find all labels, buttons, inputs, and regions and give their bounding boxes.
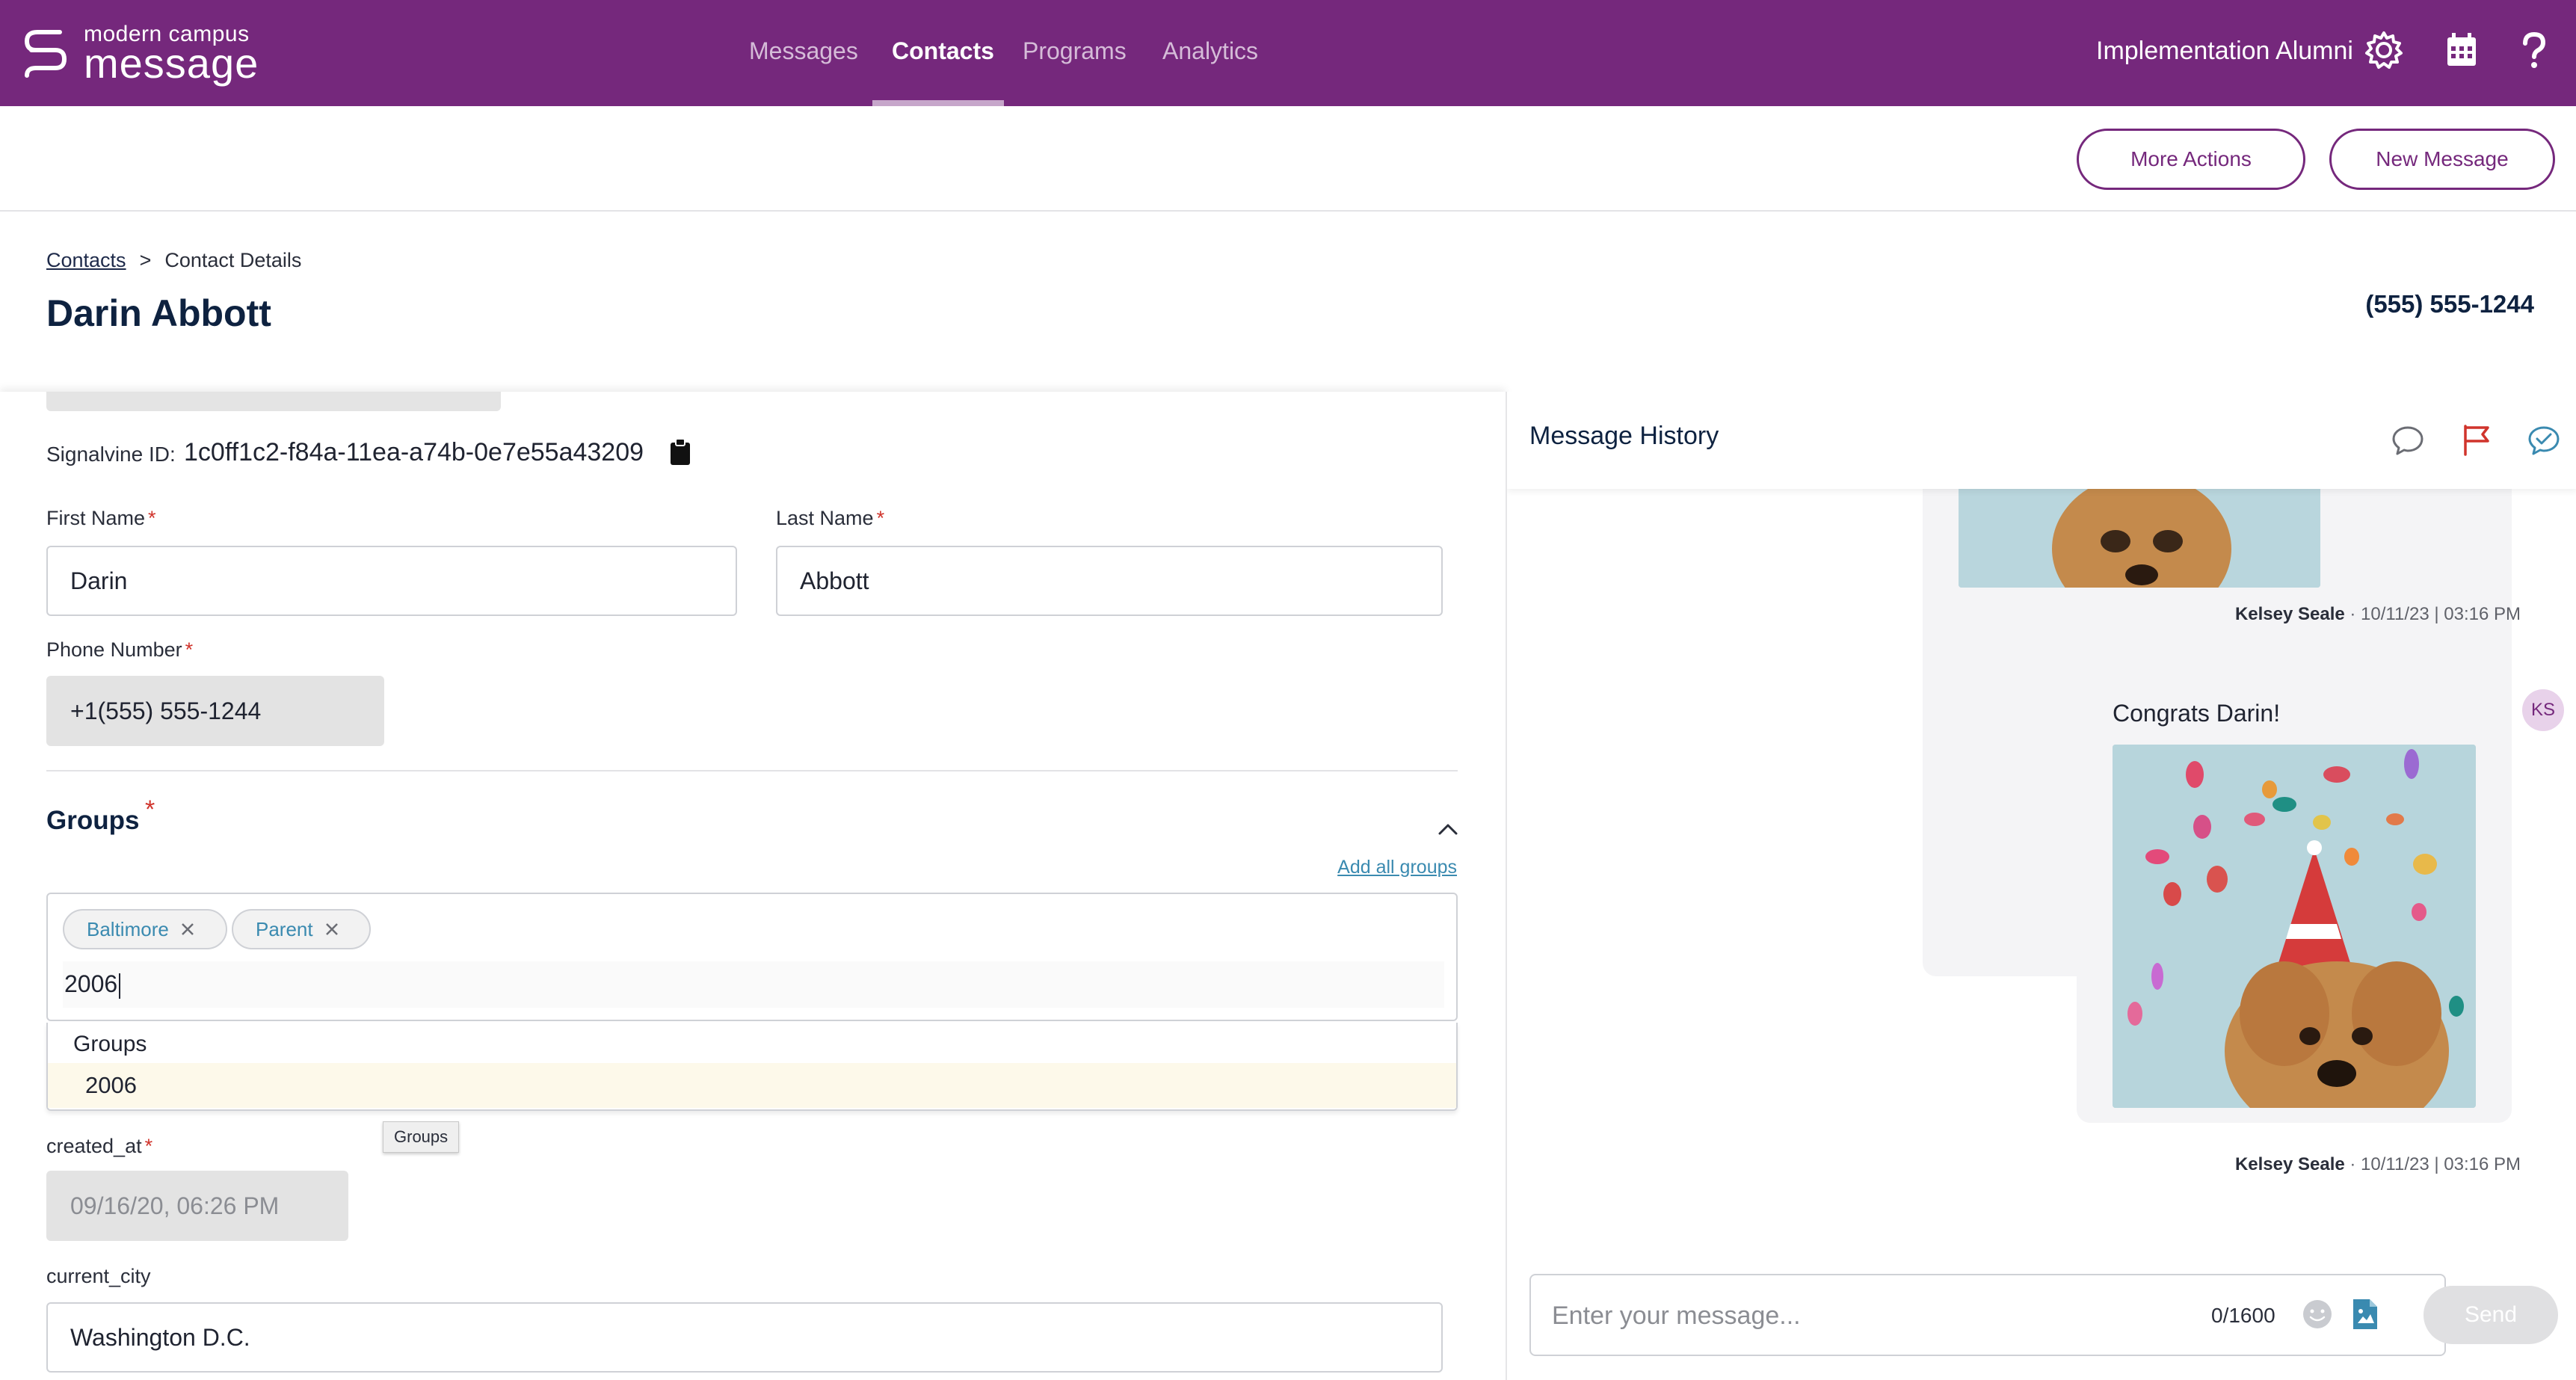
group-chip-label: Parent (256, 917, 313, 940)
groups-multiselect[interactable]: Baltimore Parent 2006 (46, 893, 1458, 1021)
breadcrumb-separator: > (139, 249, 152, 271)
message-history-panel: Message History Kelsey Seale · 10/11/23 … (1506, 392, 2576, 1380)
character-count: 0/1600 (2211, 1304, 2275, 1327)
message-history-title: Message History (1529, 422, 1719, 450)
top-navigation-bar: modern campus message Messages Contacts … (0, 0, 2576, 106)
first-name-field[interactable] (46, 546, 737, 616)
message-text: Congrats Darin! (2113, 700, 2281, 727)
send-button[interactable]: Send (2424, 1286, 2558, 1344)
close-icon[interactable] (179, 921, 196, 937)
group-chip-parent: Parent (232, 909, 371, 949)
first-name-label: First Name * (46, 507, 156, 529)
required-asterisk: * (185, 638, 194, 661)
logo-text: modern campus message (84, 23, 259, 84)
chat-check-icon[interactable] (2525, 422, 2563, 459)
contact-details-form: Signalvine ID: 1c0ff1c2-f84a-11ea-a74b-0… (0, 392, 1506, 1380)
group-chip-baltimore: Baltimore (63, 909, 227, 949)
required-asterisk: * (145, 795, 155, 824)
logo-mark-icon (25, 30, 67, 78)
help-icon[interactable] (2512, 28, 2555, 72)
logo[interactable]: modern campus message (21, 23, 259, 84)
phone-number-label: Phone Number * (46, 638, 194, 661)
scrolled-field-stub (46, 392, 501, 411)
breadcrumb-current: Contact Details (164, 249, 302, 271)
section-divider (46, 770, 1458, 771)
breadcrumb: Contacts > Contact Details (46, 249, 301, 272)
tooltip: Groups (383, 1121, 460, 1153)
message-history-header: Message History (1507, 392, 2576, 489)
calendar-icon[interactable] (2440, 28, 2483, 72)
more-actions-button[interactable]: More Actions (2077, 129, 2305, 190)
groups-dropdown: Groups 2006 (46, 1023, 1458, 1111)
flag-icon[interactable] (2458, 422, 2495, 459)
chat-bubble-icon[interactable] (2389, 422, 2426, 459)
emoji-icon[interactable] (2301, 1298, 2334, 1331)
nav-contacts[interactable]: Contacts (892, 0, 994, 106)
current-city-label: current_city (46, 1265, 151, 1287)
message-input[interactable] (1552, 1296, 2150, 1335)
required-asterisk: * (144, 1135, 153, 1157)
groups-search-input[interactable]: 2006 (63, 961, 1444, 1008)
attach-file-icon[interactable] (2350, 1296, 2380, 1332)
new-message-button[interactable]: New Message (2329, 129, 2555, 190)
dropdown-option[interactable]: 2006 (48, 1063, 1456, 1108)
gear-icon[interactable] (2362, 28, 2406, 72)
nav-messages[interactable]: Messages (749, 0, 858, 106)
message-image[interactable] (2113, 745, 2476, 1108)
message-meta: Kelsey Seale · 10/11/23 | 03:16 PM (2234, 604, 2521, 624)
clipboard-icon[interactable] (669, 438, 691, 466)
nav-analytics[interactable]: Analytics (1162, 0, 1258, 106)
last-name-field[interactable] (776, 546, 1443, 616)
groups-section-title: Groups (46, 806, 140, 835)
action-bar: More Actions New Message (0, 106, 2576, 212)
close-icon[interactable] (324, 921, 340, 937)
group-chip-label: Baltimore (87, 917, 169, 940)
avatar: KS (2522, 689, 2564, 731)
created-at-field (46, 1171, 348, 1241)
contact-phone-number: (555) 555-1244 (2365, 290, 2534, 318)
phone-number-field (46, 676, 384, 746)
organization-name[interactable]: Implementation Alumni (2096, 0, 2353, 102)
current-city-field[interactable] (46, 1302, 1443, 1373)
required-asterisk: * (876, 507, 885, 529)
page-title: Darin Abbott (46, 292, 271, 334)
add-all-groups-link[interactable]: Add all groups (1337, 857, 1457, 878)
message-composer: 0/1600 (1529, 1274, 2446, 1356)
signalvine-id-label: Signalvine ID: (46, 443, 176, 466)
required-asterisk: * (148, 507, 156, 529)
logo-big-text: message (84, 40, 259, 87)
nav-programs[interactable]: Programs (1023, 0, 1127, 106)
message-meta: Kelsey Seale · 10/11/23 | 03:16 PM (2234, 1154, 2521, 1174)
dog-party-photo-icon (2113, 745, 2476, 1108)
created-at-label: created_at * (46, 1135, 153, 1157)
active-nav-indicator (872, 100, 1004, 106)
dropdown-group-header: Groups (73, 1032, 147, 1056)
breadcrumb-contacts-link[interactable]: Contacts (46, 249, 126, 271)
chevron-up-icon[interactable] (1435, 816, 1461, 842)
last-name-label: Last Name * (776, 507, 885, 529)
signalvine-id-value: 1c0ff1c2-f84a-11ea-a74b-0e7e55a43209 (184, 438, 644, 466)
